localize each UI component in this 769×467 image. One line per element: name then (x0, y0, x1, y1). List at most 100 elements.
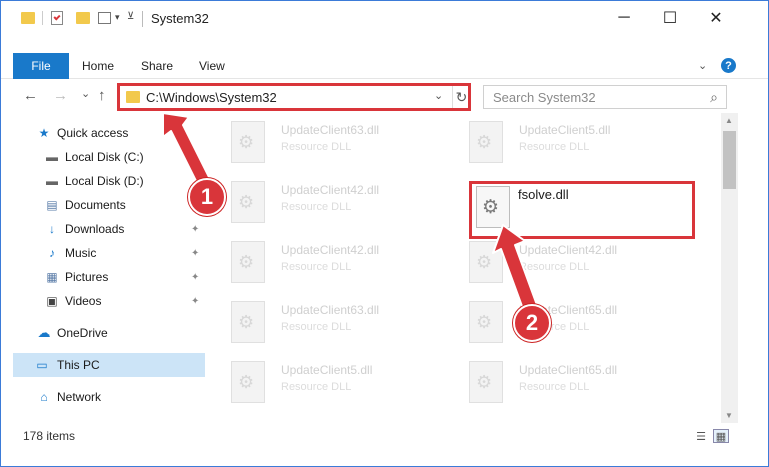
recent-locations-button[interactable]: ⌄ (81, 87, 90, 100)
dll-file-icon (469, 241, 503, 283)
ribbon-bar (1, 53, 768, 79)
forward-button[interactable]: → (53, 87, 68, 104)
step-badge-1: 1 (188, 178, 226, 216)
sidebar-item-documents[interactable]: ▤ Documents ✦ (1, 193, 205, 217)
file-name: UpdateClient65.dll (519, 363, 618, 377)
divider (42, 11, 43, 25)
sidebar-item-pictures[interactable]: ▦ Pictures ✦ (1, 265, 205, 289)
close-button[interactable]: ✕ (693, 1, 739, 35)
sidebar-item-label: Quick access (57, 126, 129, 140)
help-icon[interactable]: ? (721, 58, 736, 73)
drive-icon: ▬ (46, 174, 58, 188)
maximize-button[interactable]: ☐ (647, 1, 693, 35)
sidebar-item-local-disk-d[interactable]: ▬ Local Disk (D:) (1, 169, 205, 193)
sidebar-item-network[interactable]: ⌂ Network (1, 385, 205, 409)
file-name: UpdateClient5.dll (281, 363, 373, 377)
customize-toolbar-icon[interactable] (98, 12, 111, 24)
file-name: UpdateClient63.dll (281, 303, 380, 317)
drive-icon: ▬ (46, 150, 58, 164)
title-bar: ▾ ⊻ System32 ─ ☐ ✕ (1, 1, 768, 35)
scroll-down-icon[interactable]: ▼ (725, 411, 733, 420)
documents-icon: ▤ (46, 198, 58, 212)
file-type: Resource DLL (281, 261, 352, 273)
list-item[interactable]: UpdateClient5.dll Resource DLL (217, 353, 447, 411)
sidebar-item-quick-access[interactable]: ★ Quick access (1, 121, 205, 145)
sidebar-item-videos[interactable]: ▣ Videos ✦ (1, 289, 205, 313)
tab-share[interactable]: Share (141, 59, 173, 73)
download-icon: ↓ (49, 222, 55, 236)
sidebar-item-label: This PC (57, 358, 100, 372)
file-list: UpdateClient63.dll Resource DLL UpdateCl… (217, 113, 720, 419)
computer-icon: ▭ (36, 358, 48, 372)
up-button[interactable]: ↑ (98, 87, 106, 104)
file-type: Resource DLL (519, 141, 590, 153)
tab-view[interactable]: View (199, 59, 225, 73)
window-title: System32 (151, 11, 209, 26)
file-name: UpdateClient42.dll (519, 243, 618, 257)
sidebar-item-label: Documents (65, 198, 126, 212)
file-name: fsolve.dll (518, 187, 569, 202)
new-folder-icon[interactable] (76, 12, 90, 24)
file-name: UpdateClient5.dll (519, 123, 611, 137)
expand-ribbon-icon[interactable]: ⌄ (698, 59, 707, 72)
file-type: Resource DLL (519, 381, 590, 393)
pin-icon: ✦ (191, 223, 200, 235)
search-icon[interactable]: ⌕ (710, 89, 718, 106)
network-icon: ⌂ (40, 390, 48, 404)
file-type: Resource DLL (281, 201, 352, 213)
details-view-icon[interactable]: ☰ (693, 429, 709, 443)
list-item[interactable]: UpdateClient42.dll Resource DLL (217, 173, 447, 231)
star-icon: ★ (38, 126, 50, 140)
sidebar-item-label: Network (57, 390, 102, 404)
sidebar-item-downloads[interactable]: ↓ Downloads ✦ (1, 217, 205, 241)
list-item[interactable]: UpdateClient65.dll Resource DLL (455, 293, 685, 351)
list-item[interactable]: UpdateClient42.dll Resource DLL (217, 233, 447, 291)
item-count: 178 items (23, 429, 76, 443)
sidebar-item-music[interactable]: ♪ Music ✦ (1, 241, 205, 265)
pin-icon: ✦ (191, 271, 200, 283)
music-icon: ♪ (49, 246, 55, 260)
file-type: Resource DLL (281, 381, 352, 393)
scroll-up-icon[interactable]: ▲ (725, 116, 733, 125)
list-item[interactable]: UpdateClient42.dll Resource DLL (455, 233, 685, 291)
dll-file-icon (231, 241, 265, 283)
chevron-down-icon[interactable]: ⌄ (434, 89, 443, 102)
sidebar-item-local-disk-c[interactable]: ▬ Local Disk (C:) ✦ (1, 145, 205, 169)
tab-home[interactable]: Home (82, 59, 114, 73)
pictures-icon: ▦ (46, 270, 58, 284)
tab-file[interactable]: File (13, 53, 69, 79)
dll-file-icon (231, 181, 265, 223)
dll-file-icon (469, 301, 503, 343)
properties-icon[interactable] (51, 11, 63, 25)
address-bar[interactable]: C:\Windows\System32 ⌄ ↻ (117, 83, 471, 111)
refresh-button[interactable]: ↻ (452, 86, 470, 108)
list-item[interactable]: UpdateClient63.dll Resource DLL (217, 293, 447, 351)
search-input[interactable]: Search System32 ⌕ (483, 85, 727, 109)
folder-icon (21, 12, 35, 24)
sidebar-item-label: Videos (65, 294, 102, 308)
file-name: UpdateClient42.dll (281, 183, 380, 197)
highlighted-file-fsolve[interactable]: fsolve.dll (469, 181, 695, 239)
file-type: Resource DLL (281, 141, 352, 153)
chevron-down-icon[interactable]: ▾ (115, 12, 120, 23)
sidebar-item-this-pc[interactable]: ▭ This PC (13, 353, 205, 377)
tiles-view-icon[interactable]: ▦ (713, 429, 729, 443)
videos-icon: ▣ (46, 294, 58, 308)
scrollbar-thumb[interactable] (723, 131, 736, 189)
list-item[interactable]: UpdateClient5.dll Resource DLL (455, 113, 685, 171)
customize-quick-access-icon[interactable]: ⊻ (127, 11, 134, 22)
list-item[interactable]: UpdateClient63.dll Resource DLL (217, 113, 447, 171)
minimize-button[interactable]: ─ (601, 1, 647, 35)
file-name: UpdateClient42.dll (281, 243, 380, 257)
address-path[interactable]: C:\Windows\System32 (146, 90, 277, 105)
sidebar-item-onedrive[interactable]: ☁ OneDrive (1, 321, 205, 345)
dll-file-icon (476, 186, 510, 228)
vertical-scrollbar[interactable]: ▲ ▼ (721, 113, 738, 423)
back-button[interactable]: ← (23, 87, 38, 104)
dll-file-icon (469, 121, 503, 163)
list-item[interactable]: UpdateClient65.dll Resource DLL (455, 353, 685, 411)
dll-file-icon (231, 301, 265, 343)
dll-file-icon (469, 361, 503, 403)
sidebar-item-label: Music (65, 246, 97, 260)
file-type: Resource DLL (281, 321, 352, 333)
